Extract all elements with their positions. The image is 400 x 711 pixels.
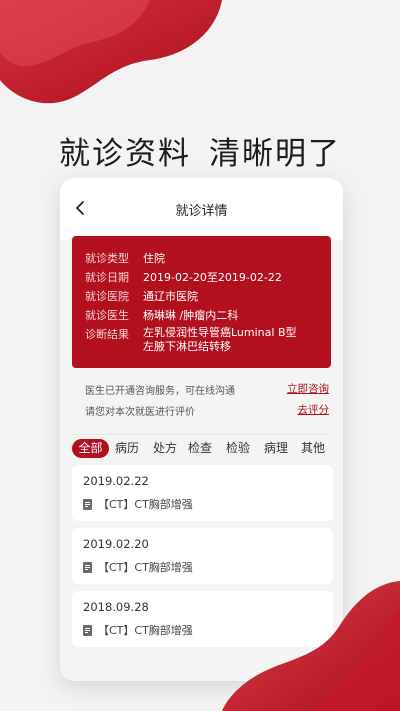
visit-hospital-row: 就诊医院 通辽市医院 xyxy=(85,288,198,304)
tab-all[interactable]: 全部 xyxy=(72,439,109,458)
document-icon xyxy=(83,625,92,636)
tab-lab-test[interactable]: 检验 xyxy=(226,439,250,458)
document-icon xyxy=(83,499,92,510)
record-date: 2019.02.22 xyxy=(83,474,149,488)
visit-type-label: 就诊类型 xyxy=(85,252,129,265)
record-date: 2018.09.28 xyxy=(83,600,149,614)
visit-type-value: 住院 xyxy=(143,252,165,265)
visit-hospital-value: 通辽市医院 xyxy=(143,290,198,303)
record-type-tabs: 全部 病历 处方 检查 检验 病理 其他 xyxy=(72,439,334,459)
record-description: 【CT】CT胸部增强 xyxy=(98,561,193,574)
tab-pathology[interactable]: 病理 xyxy=(264,439,288,458)
visit-date-label: 就诊日期 xyxy=(85,271,129,284)
tab-examination[interactable]: 检查 xyxy=(188,439,212,458)
diagnosis-line-1: 左乳侵润性导管癌Luminal B型 xyxy=(143,326,297,339)
visit-hospital-label: 就诊医院 xyxy=(85,290,129,303)
record-item[interactable]: 2019.02.20 【CT】CT胸部增强 xyxy=(72,528,333,584)
consult-notice-text: 医生已开通咨询服务，可在线沟通 xyxy=(85,386,235,397)
diagnosis-label: 诊断结果 xyxy=(85,328,129,341)
headline: 就诊资料 清晰明了 xyxy=(0,128,400,173)
visit-doctor-value: 杨琳琳 /肿瘤内二科 xyxy=(143,309,239,322)
record-date: 2019.02.20 xyxy=(83,537,149,551)
decorative-red-wave-bottom xyxy=(222,581,400,711)
visit-doctor-row: 就诊医生 杨琳琳 /肿瘤内二科 xyxy=(85,307,238,323)
headline-part1: 就诊资料 xyxy=(59,136,191,172)
tab-other[interactable]: 其他 xyxy=(301,439,325,458)
diagnosis-value: 左乳侵润性导管癌Luminal B型 左腋下淋巴结转移 xyxy=(143,326,297,354)
tab-prescription[interactable]: 处方 xyxy=(153,439,177,458)
record-item[interactable]: 2019.02.22 【CT】CT胸部增强 xyxy=(72,465,333,521)
visit-date-value: 2019-02-20至2019-02-22 xyxy=(143,271,282,284)
consult-now-link[interactable]: 立即咨询 xyxy=(287,381,329,396)
record-description: 【CT】CT胸部增强 xyxy=(98,498,193,511)
tab-medical-record[interactable]: 病历 xyxy=(115,439,139,458)
decorative-red-wave-top xyxy=(0,0,222,104)
record-description: 【CT】CT胸部增强 xyxy=(98,624,193,637)
divider xyxy=(72,434,331,435)
visit-doctor-label: 就诊医生 xyxy=(85,309,129,322)
rate-notice-text: 请您对本次就医进行评价 xyxy=(85,407,195,418)
rate-link[interactable]: 去评分 xyxy=(298,402,330,417)
document-icon xyxy=(83,562,92,573)
notice-section: 医生已开通咨询服务，可在线沟通 立即咨询 请您对本次就医进行评价 去评分 xyxy=(72,374,331,426)
headline-part2: 清晰明了 xyxy=(209,136,341,172)
diagnosis-line-2: 左腋下淋巴结转移 xyxy=(143,340,231,353)
visit-date-row: 就诊日期 2019-02-20至2019-02-22 xyxy=(85,269,282,285)
diagnosis-row: 诊断结果 左乳侵润性导管癌Luminal B型 左腋下淋巴结转移 xyxy=(85,326,297,354)
visit-info-card: 就诊类型 住院 就诊日期 2019-02-20至2019-02-22 就诊医院 … xyxy=(72,236,331,368)
page-title: 就诊详情 xyxy=(175,204,228,219)
visit-type-row: 就诊类型 住院 xyxy=(85,250,165,266)
nav-bar: 就诊详情 xyxy=(60,178,343,240)
